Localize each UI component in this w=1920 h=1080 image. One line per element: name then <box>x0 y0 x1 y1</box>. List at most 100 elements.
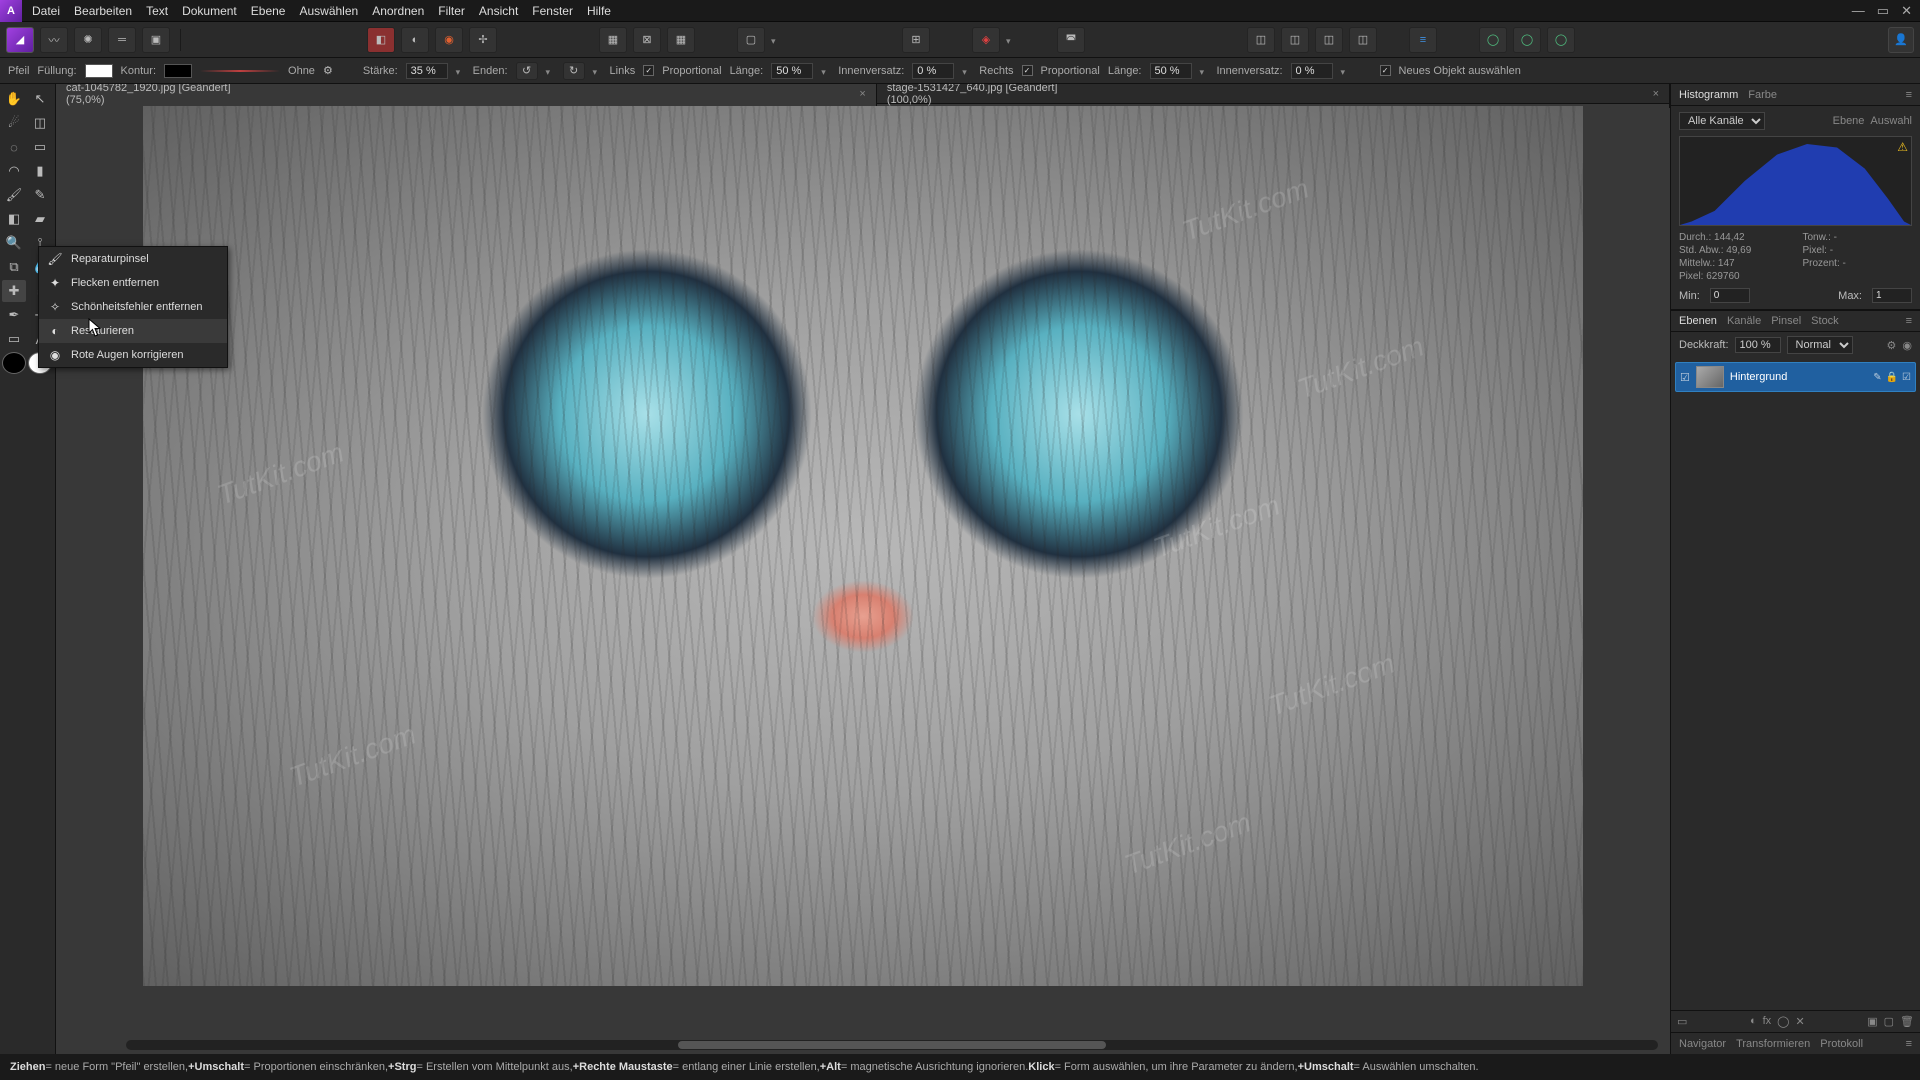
end-start-dd[interactable] <box>546 66 555 75</box>
gear-icon[interactable]: ⚙ <box>323 64 333 77</box>
hand-tool[interactable]: ✋ <box>2 88 26 110</box>
blend-select[interactable]: Normal <box>1787 336 1853 354</box>
close-icon[interactable]: ✕ <box>1901 3 1912 19</box>
menu-hilfe[interactable]: Hilfe <box>587 4 611 18</box>
persona-develop[interactable]: ✺ <box>74 27 102 53</box>
autocolor-button[interactable]: ◧ <box>367 27 395 53</box>
menu-filter[interactable]: Filter <box>438 4 465 18</box>
channel-select[interactable]: Alle Kanäle <box>1679 112 1765 130</box>
inset-input-1[interactable] <box>912 63 954 79</box>
layer-mask-icon[interactable]: ▭ <box>1677 1015 1687 1028</box>
autocontrast-button[interactable]: ◉ <box>435 27 463 53</box>
end-end-dd[interactable] <box>593 66 602 75</box>
align-3[interactable]: ◫ <box>1315 27 1343 53</box>
panel-menu-icon[interactable]: ≡ <box>1906 89 1912 101</box>
sync-1[interactable]: ◯ <box>1479 27 1507 53</box>
tab-transform[interactable]: Transformieren <box>1736 1038 1810 1050</box>
flyout-restaurieren[interactable]: ◐Restaurieren <box>39 319 227 343</box>
color-fg[interactable] <box>2 352 26 374</box>
layer-crop-icon[interactable]: ✕ <box>1795 1015 1804 1028</box>
pen-tool[interactable]: ✒ <box>2 304 26 326</box>
menu-fenster[interactable]: Fenster <box>532 4 573 18</box>
inset-input-2[interactable] <box>1291 63 1333 79</box>
hist-sub-ebene[interactable]: Ebene <box>1833 115 1865 127</box>
tab-protokoll[interactable]: Protokoll <box>1820 1038 1863 1050</box>
layer-row[interactable]: ☑ Hintergrund ✎ 🔒 ☑ <box>1675 362 1916 392</box>
menu-text[interactable]: Text <box>146 4 168 18</box>
lasso-tool[interactable]: ◠ <box>2 160 26 182</box>
end-start[interactable]: ↺ <box>516 62 538 80</box>
canvas[interactable]: TutKit.com TutKit.com TutKit.com TutKit.… <box>56 104 1670 1054</box>
view-tool[interactable]: ☄ <box>2 112 26 134</box>
left-prop-checkbox[interactable]: ✓ <box>643 65 654 76</box>
right-prop-checkbox[interactable]: ✓ <box>1022 65 1033 76</box>
shape-tool[interactable]: ▭ <box>2 328 26 350</box>
selection-tool[interactable]: ◌ <box>2 136 26 158</box>
snap-button[interactable]: ⊞ <box>902 27 930 53</box>
menu-ansicht[interactable]: Ansicht <box>479 4 518 18</box>
brush-tool[interactable]: 🖌 <box>2 184 26 206</box>
layer-fx-icon[interactable]: ◉ <box>1902 339 1912 352</box>
account-icon[interactable]: 👤 <box>1888 27 1914 53</box>
persona-export[interactable]: ▣ <box>142 27 170 53</box>
align-2[interactable]: ◫ <box>1281 27 1309 53</box>
min-input[interactable] <box>1710 288 1750 303</box>
menu-ebene[interactable]: Ebene <box>251 4 286 18</box>
fill-swatch[interactable] <box>85 64 113 78</box>
crop-ratio-dropdown[interactable] <box>771 35 780 44</box>
stroke-swatch[interactable] <box>164 64 192 78</box>
flyout-flecken[interactable]: ✦Flecken entfernen <box>39 271 227 295</box>
layer-group-icon[interactable]: ▣ <box>1867 1015 1877 1028</box>
len-input-2[interactable] <box>1150 63 1192 79</box>
hist-sub-auswahl[interactable]: Auswahl <box>1870 115 1912 127</box>
menu-dokument[interactable]: Dokument <box>182 4 237 18</box>
inset2-dd[interactable] <box>1341 66 1350 75</box>
tab-2-close[interactable]: × <box>1653 88 1659 100</box>
healing-tool[interactable]: ✚ <box>2 280 26 302</box>
layer-gear-icon[interactable]: ⚙ <box>1887 339 1897 352</box>
sync-3[interactable]: ◯ <box>1547 27 1575 53</box>
grid-x-button[interactable]: ⊠ <box>633 27 661 53</box>
tab-kanaele[interactable]: Kanäle <box>1727 315 1761 327</box>
opacity-input[interactable] <box>1735 337 1781 353</box>
len-input-1[interactable] <box>771 63 813 79</box>
end-end[interactable]: ↻ <box>563 62 585 80</box>
align-4[interactable]: ◫ <box>1349 27 1377 53</box>
h-scrollbar[interactable] <box>126 1040 1658 1050</box>
layer-lock-icon[interactable]: 🔒 <box>1886 372 1898 383</box>
quickmask-button[interactable]: ◚ <box>1057 27 1085 53</box>
crop-ratio-button[interactable]: ▢ <box>737 27 765 53</box>
bottom-menu-icon[interactable]: ≡ <box>1906 1038 1912 1050</box>
menu-anordnen[interactable]: Anordnen <box>372 4 424 18</box>
layer-fx2-icon[interactable]: fx <box>1763 1015 1772 1028</box>
layer-live-icon[interactable]: ◯ <box>1777 1015 1789 1028</box>
crop-tool[interactable]: ◫ <box>28 112 52 134</box>
tab-ebenen[interactable]: Ebenen <box>1679 315 1717 327</box>
clone-tool[interactable]: ⧉ <box>2 256 26 278</box>
fill-tool[interactable]: ▰ <box>28 208 52 230</box>
inset1-dd[interactable] <box>962 66 971 75</box>
menu-datei[interactable]: Datei <box>32 4 60 18</box>
strength-dd[interactable] <box>456 66 465 75</box>
layer-adj-icon[interactable]: ◐ <box>1750 1015 1757 1028</box>
tab-1-close[interactable]: × <box>859 88 865 100</box>
layer-link-icon[interactable]: ☑ <box>1902 372 1911 383</box>
persona-liquify[interactable]: 〰 <box>40 27 68 53</box>
autolevels-button[interactable]: ◐ <box>401 27 429 53</box>
strength-input[interactable] <box>406 63 448 79</box>
tab-pinsel[interactable]: Pinsel <box>1771 315 1801 327</box>
sync-2[interactable]: ◯ <box>1513 27 1541 53</box>
autowhite-button[interactable]: ✢ <box>469 27 497 53</box>
grid-on-button[interactable]: ▦ <box>667 27 695 53</box>
maximize-icon[interactable]: ▭ <box>1877 3 1889 19</box>
layers-menu-icon[interactable]: ≡ <box>1906 315 1912 327</box>
len1-dd[interactable] <box>821 66 830 75</box>
zoom-tool[interactable]: 🔍 <box>2 232 26 254</box>
layer-delete-icon[interactable]: 🗑 <box>1900 1015 1914 1028</box>
flyout-rote-augen[interactable]: ◉Rote Augen korrigieren <box>39 343 227 367</box>
layer-visible-icon[interactable]: ☑ <box>1680 371 1690 384</box>
len2-dd[interactable] <box>1200 66 1209 75</box>
align-1[interactable]: ◫ <box>1247 27 1275 53</box>
menu-auswaehlen[interactable]: Auswählen <box>299 4 358 18</box>
flood-tool[interactable]: ▮ <box>28 160 52 182</box>
